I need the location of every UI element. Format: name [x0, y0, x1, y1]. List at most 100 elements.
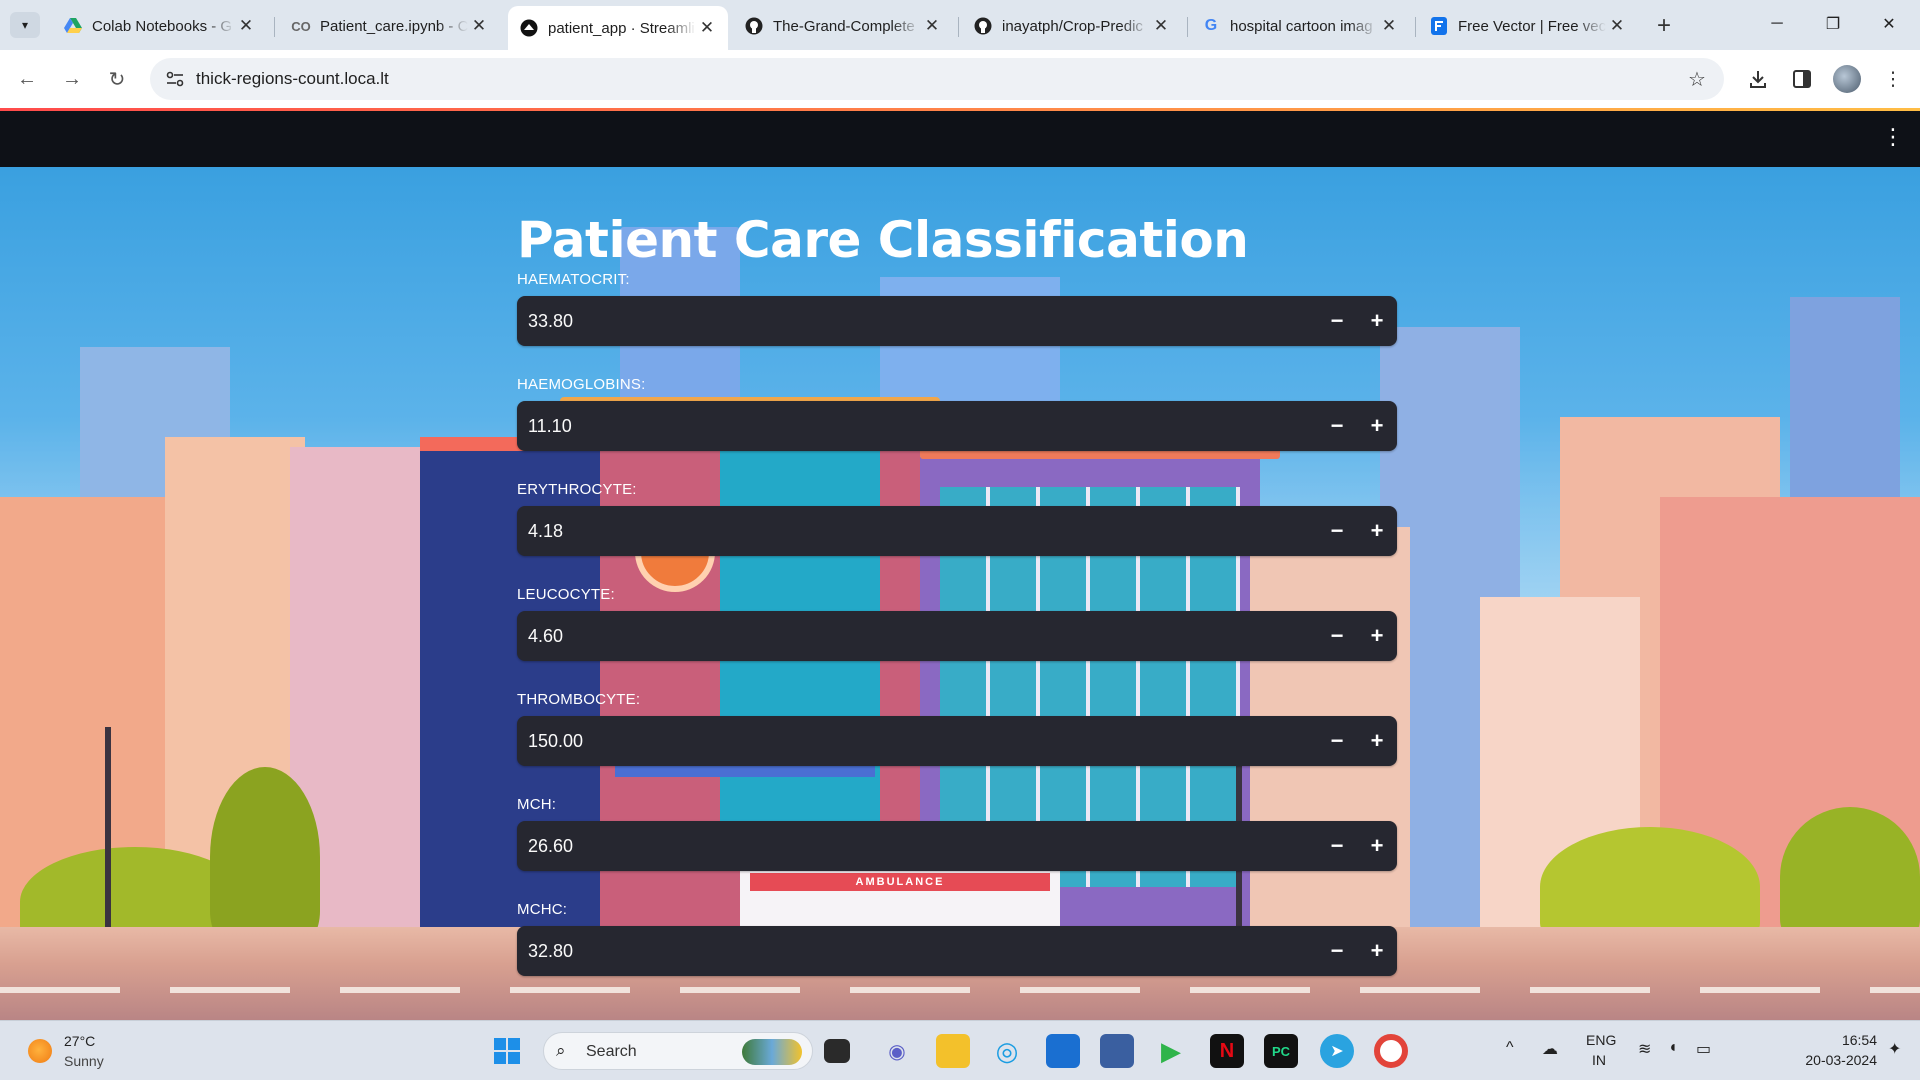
weather-description[interactable]: Sunny	[64, 1053, 104, 1069]
teams-chat-icon[interactable]: ◉	[880, 1034, 914, 1068]
edge-browser-icon[interactable]: ◎	[990, 1034, 1024, 1068]
leucocyte-label: LEUCOCYTE:	[517, 586, 615, 603]
snipping-tool-icon[interactable]	[1100, 1034, 1134, 1068]
mchc-decrement-button[interactable]: −	[1317, 926, 1357, 976]
thrombocyte-decrement-button[interactable]: −	[1317, 716, 1357, 766]
play-store-icon[interactable]: ▶	[1154, 1034, 1188, 1068]
leucocyte-increment-button[interactable]: +	[1357, 611, 1397, 661]
download-icon[interactable]	[1743, 64, 1773, 94]
tab-title: Patient_care.ipynb - C	[320, 17, 468, 35]
haematocrit-increment-button[interactable]: +	[1357, 296, 1397, 346]
tab-close-icon[interactable]: ✕	[235, 15, 257, 37]
tab-close-icon[interactable]: ✕	[921, 15, 943, 37]
tab-separator	[1415, 17, 1416, 37]
search-highlight-image	[742, 1039, 802, 1065]
tab-close-icon[interactable]: ✕	[1150, 15, 1172, 37]
thrombocyte-number-input: − +	[517, 716, 1397, 766]
mch-field[interactable]	[517, 821, 1297, 871]
mch-number-input: − +	[517, 821, 1397, 871]
thrombocyte-label: THROMBOCYTE:	[517, 691, 641, 708]
sun-weather-icon[interactable]	[28, 1039, 52, 1063]
tab-free-vector[interactable]: Free Vector | Free vec ✕	[1418, 6, 1638, 46]
tree	[210, 767, 320, 947]
window-close-icon[interactable]: ✕	[1866, 8, 1912, 40]
erythrocyte-decrement-button[interactable]: −	[1317, 506, 1357, 556]
microsoft-store-icon[interactable]	[1046, 1034, 1080, 1068]
tab-crop-prediction[interactable]: inayatph/Crop-Predic ✕	[962, 6, 1182, 46]
wifi-icon[interactable]: ≋	[1638, 1039, 1651, 1059]
tab-close-icon[interactable]: ✕	[1606, 15, 1628, 37]
erythrocyte-increment-button[interactable]: +	[1357, 506, 1397, 556]
battery-icon[interactable]: ▭	[1696, 1039, 1711, 1059]
mch-decrement-button[interactable]: −	[1317, 821, 1357, 871]
tab-patient-care-ipynb[interactable]: CO Patient_care.ipynb - C ✕	[280, 6, 500, 46]
tab-title: Free Vector | Free vec	[1458, 17, 1606, 35]
forward-arrow-icon[interactable]: →	[55, 62, 89, 96]
new-tab-plus-icon[interactable]: +	[1650, 12, 1678, 40]
app-menu-kebab-icon[interactable]: ⋮	[1882, 126, 1904, 150]
leucocyte-field[interactable]	[517, 611, 1297, 661]
language-code[interactable]: ENG	[1586, 1032, 1616, 1048]
search-icon: ⌕	[556, 1041, 566, 1060]
bookmark-star-icon[interactable]: ☆	[1682, 64, 1712, 94]
chrome-icon[interactable]	[1374, 1034, 1408, 1068]
weather-temperature[interactable]: 27°C	[64, 1033, 95, 1049]
url-text[interactable]: thick-regions-count.loca.lt	[196, 69, 389, 89]
thrombocyte-field[interactable]	[517, 716, 1297, 766]
tab-close-icon[interactable]: ✕	[1378, 15, 1400, 37]
windows-start-icon[interactable]	[490, 1034, 524, 1068]
tab-title: hospital cartoon imag	[1230, 17, 1373, 35]
pycharm-icon[interactable]: PC	[1264, 1034, 1298, 1068]
tab-title: Colab Notebooks - G	[92, 17, 233, 35]
mchc-field[interactable]	[517, 926, 1297, 976]
reload-icon[interactable]: ↻	[100, 62, 134, 96]
haemoglobins-decrement-button[interactable]: −	[1317, 401, 1357, 451]
onedrive-cloud-icon[interactable]: ☁	[1542, 1039, 1558, 1059]
haemoglobins-field[interactable]	[517, 401, 1297, 451]
restore-icon[interactable]: ❐	[1810, 8, 1856, 40]
tab-close-icon[interactable]: ✕	[696, 17, 718, 39]
volume-icon[interactable]: ◖	[1668, 1039, 1678, 1057]
mchc-increment-button[interactable]: +	[1357, 926, 1397, 976]
tab-title: The-Grand-Complete	[773, 17, 915, 35]
haematocrit-field[interactable]	[517, 296, 1297, 346]
profile-avatar[interactable]	[1833, 65, 1861, 93]
tab-search-chevron-icon[interactable]: ▾	[10, 12, 40, 38]
page-title: Patient Care Classification	[517, 211, 1249, 269]
haematocrit-label: HAEMATOCRIT:	[517, 271, 630, 288]
clock-time[interactable]: 16:54	[1815, 1032, 1877, 1048]
colab-icon: CO	[291, 18, 311, 34]
file-explorer-icon[interactable]	[936, 1034, 970, 1068]
haemoglobins-increment-button[interactable]: +	[1357, 401, 1397, 451]
google-drive-icon	[64, 17, 82, 35]
tab-close-icon[interactable]: ✕	[468, 15, 490, 37]
browser-toolbar: ← → ↻ thick-regions-count.loca.lt ☆ ⋮	[0, 50, 1920, 108]
telegram-icon[interactable]: ➤	[1320, 1034, 1354, 1068]
browser-menu-kebab-icon[interactable]: ⋮	[1878, 64, 1908, 94]
haematocrit-decrement-button[interactable]: −	[1317, 296, 1357, 346]
main-content: Patient Care Classification HAEMATOCRIT:…	[517, 167, 1397, 1020]
minimize-icon[interactable]: ─	[1754, 8, 1800, 40]
tab-grand-complete[interactable]: The-Grand-Complete ✕	[733, 6, 953, 46]
tab-hospital-cartoon[interactable]: G hospital cartoon imag ✕	[1190, 6, 1410, 46]
github-icon	[745, 17, 763, 35]
leucocyte-number-input: − +	[517, 611, 1397, 661]
windows-taskbar: 27°C Sunny ⌕ Search ◉ ◎ ▶ N PC ➤ ^ ☁ ENG…	[0, 1020, 1920, 1080]
tab-patient-app-streamlit[interactable]: patient_app · Streamli ✕	[508, 6, 728, 50]
back-arrow-icon[interactable]: ←	[10, 62, 44, 96]
address-bar[interactable]: thick-regions-count.loca.lt ☆	[150, 58, 1724, 100]
taskbar-search[interactable]: ⌕ Search	[543, 1032, 813, 1070]
clock-date[interactable]: 20-03-2024	[1795, 1052, 1877, 1068]
mch-increment-button[interactable]: +	[1357, 821, 1397, 871]
thrombocyte-increment-button[interactable]: +	[1357, 716, 1397, 766]
tab-colab-notebooks[interactable]: Colab Notebooks - G ✕	[52, 6, 267, 46]
side-panel-icon[interactable]	[1787, 64, 1817, 94]
leucocyte-decrement-button[interactable]: −	[1317, 611, 1357, 661]
site-settings-icon[interactable]	[160, 64, 190, 94]
netflix-icon[interactable]: N	[1210, 1034, 1244, 1068]
notification-bell-icon[interactable]: ✦	[1888, 1039, 1901, 1059]
show-hidden-icons-chevron-icon[interactable]: ^	[1506, 1039, 1514, 1057]
erythrocyte-field[interactable]	[517, 506, 1297, 556]
language-region[interactable]: IN	[1592, 1052, 1606, 1068]
task-view-icon[interactable]	[824, 1039, 850, 1063]
